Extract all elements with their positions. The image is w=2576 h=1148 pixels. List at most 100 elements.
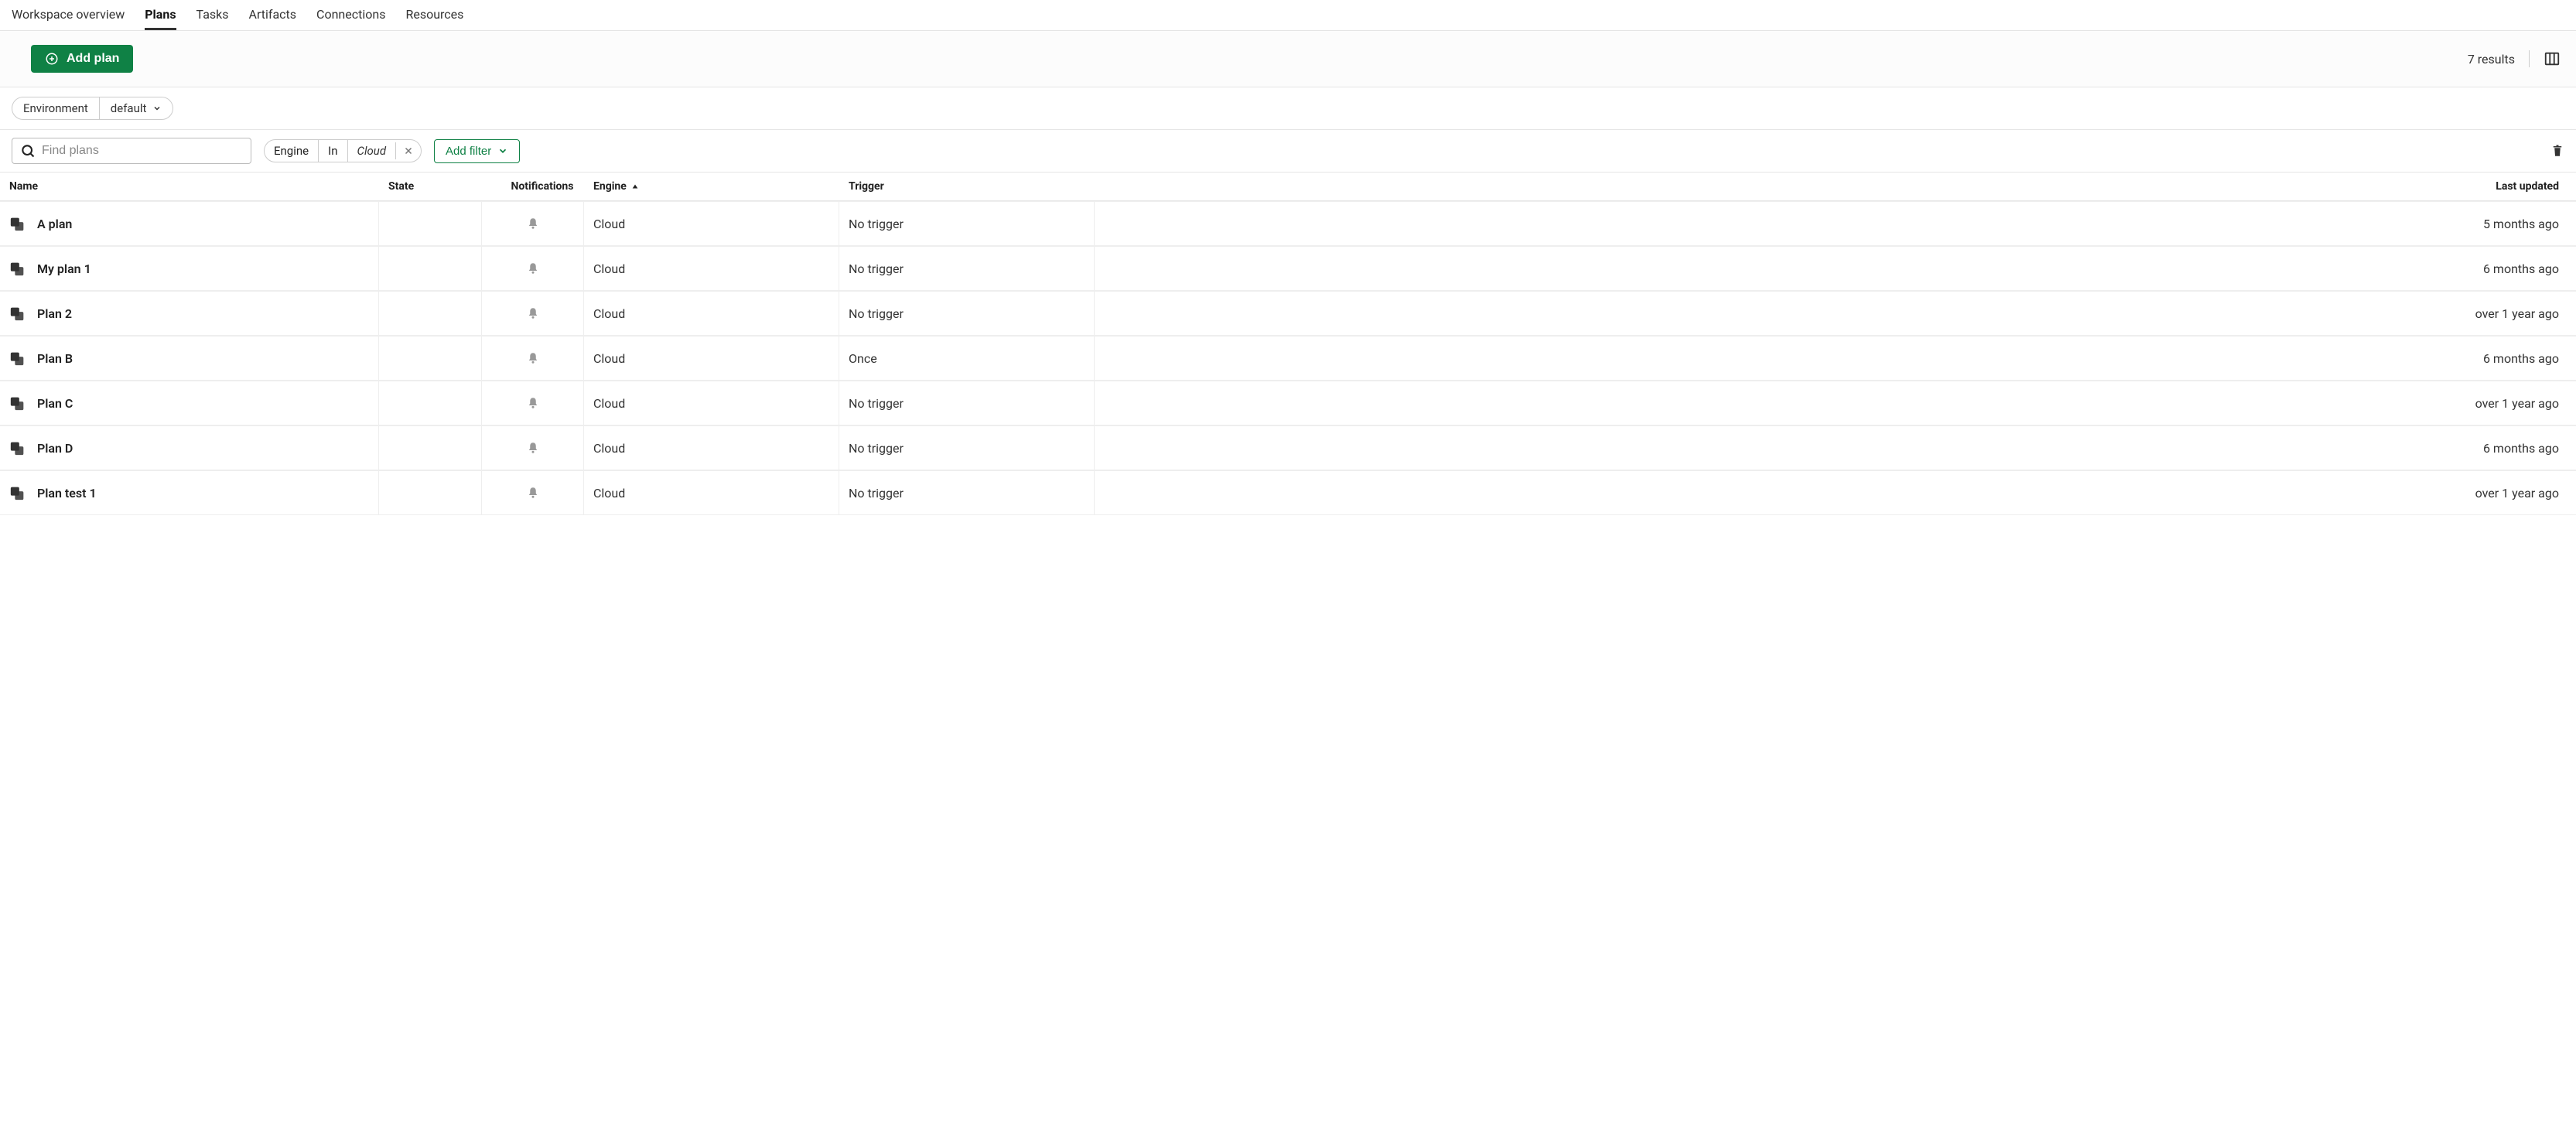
filter-chip-engine[interactable]: Engine In Cloud	[264, 139, 422, 162]
add-filter-button[interactable]: Add filter	[434, 139, 520, 163]
cell-last-updated: 6 months ago	[1095, 247, 2576, 290]
col-name[interactable]: Name	[9, 180, 388, 193]
plan-icon	[9, 260, 26, 277]
search-icon	[20, 143, 36, 159]
table-row[interactable]: My plan 1CloudNo trigger6 months ago	[0, 246, 2576, 291]
trash-icon	[2550, 144, 2564, 158]
cell-notifications[interactable]	[482, 292, 584, 335]
sort-asc-icon	[631, 183, 639, 190]
cell-state	[379, 426, 482, 470]
col-trigger[interactable]: Trigger	[849, 180, 1104, 193]
plan-name: Plan 2	[37, 306, 72, 321]
cell-state	[379, 471, 482, 514]
cell-notifications[interactable]	[482, 426, 584, 470]
cell-name[interactable]: Plan D	[0, 426, 379, 470]
filter-bar: Engine In Cloud Add filter	[0, 130, 2576, 173]
bell-icon	[526, 486, 540, 500]
cell-trigger: No trigger	[839, 202, 1095, 245]
plus-circle-icon	[45, 52, 59, 66]
table-body: A planCloudNo trigger5 months agoMy plan…	[0, 201, 2576, 515]
cell-trigger: No trigger	[839, 381, 1095, 425]
col-state[interactable]: State	[388, 180, 491, 193]
bell-icon	[526, 261, 540, 275]
add-filter-label: Add filter	[446, 145, 491, 158]
tab-connections[interactable]: Connections	[316, 1, 385, 29]
cell-state	[379, 247, 482, 290]
table-row[interactable]: Plan B CloudOnce6 months ago	[0, 336, 2576, 381]
environment-selector[interactable]: Environment default	[12, 97, 173, 120]
col-engine-label: Engine	[593, 180, 627, 193]
cell-name[interactable]: Plan test 1	[0, 471, 379, 514]
filter-chip-value: Cloud	[347, 140, 396, 162]
filter-chip-remove[interactable]	[395, 142, 421, 159]
cell-last-updated: 6 months ago	[1095, 337, 2576, 380]
cell-trigger: Once	[839, 337, 1095, 380]
cell-last-updated: 5 months ago	[1095, 202, 2576, 245]
cell-notifications[interactable]	[482, 471, 584, 514]
table-row[interactable]: A plan CloudNo trigger5 months ago	[0, 201, 2576, 246]
plan-icon	[9, 215, 26, 232]
cell-engine: Cloud	[584, 292, 839, 335]
chevron-down-icon	[497, 145, 508, 156]
cell-notifications[interactable]	[482, 247, 584, 290]
cell-name[interactable]: A plan	[0, 202, 379, 245]
cell-name[interactable]: Plan C	[0, 381, 379, 425]
plan-icon	[9, 395, 26, 412]
environment-label: Environment	[12, 97, 100, 119]
tab-artifacts[interactable]: Artifacts	[249, 1, 297, 29]
tab-plans[interactable]: Plans	[145, 1, 176, 30]
cell-last-updated: over 1 year ago	[1095, 292, 2576, 335]
plan-icon	[9, 439, 26, 456]
col-last-updated[interactable]: Last updated	[1104, 180, 2567, 193]
tab-resources[interactable]: Resources	[405, 1, 463, 29]
search-input-wrap[interactable]	[12, 138, 251, 164]
top-tabs: Workspace overview Plans Tasks Artifacts Con…	[0, 0, 2576, 31]
cell-trigger: No trigger	[839, 247, 1095, 290]
search-input[interactable]	[42, 144, 243, 158]
bell-icon	[526, 441, 540, 455]
tab-tasks[interactable]: Tasks	[196, 1, 229, 29]
columns-icon	[2544, 50, 2561, 67]
plan-icon	[9, 350, 26, 367]
cell-last-updated: 6 months ago	[1095, 426, 2576, 470]
cell-trigger: No trigger	[839, 426, 1095, 470]
results-count: 7 results	[2468, 52, 2515, 67]
cell-state	[379, 292, 482, 335]
cell-engine: Cloud	[584, 337, 839, 380]
table-row[interactable]: Plan C CloudNo triggerover 1 year ago	[0, 381, 2576, 425]
cell-notifications[interactable]	[482, 202, 584, 245]
cell-notifications[interactable]	[482, 381, 584, 425]
cell-engine: Cloud	[584, 426, 839, 470]
bell-icon	[526, 217, 540, 231]
clear-filters-button[interactable]	[2550, 144, 2564, 158]
divider	[2529, 50, 2530, 67]
environment-value: default	[111, 101, 147, 115]
table-header: Name State Notifications Engine Trigger …	[0, 173, 2576, 201]
plan-icon	[9, 484, 26, 501]
cell-name[interactable]: Plan B	[0, 337, 379, 380]
cell-name[interactable]: Plan 2	[0, 292, 379, 335]
close-icon	[404, 146, 413, 155]
environment-bar: Environment default	[0, 87, 2576, 130]
cell-state	[379, 337, 482, 380]
cell-last-updated: over 1 year ago	[1095, 471, 2576, 514]
bell-icon	[526, 351, 540, 365]
col-engine[interactable]: Engine	[593, 180, 849, 193]
table-row[interactable]: Plan 2CloudNo triggerover 1 year ago	[0, 291, 2576, 336]
add-plan-label: Add plan	[67, 52, 119, 66]
table-row[interactable]: Plan test 1CloudNo triggerover 1 year ag…	[0, 470, 2576, 515]
cell-name[interactable]: My plan 1	[0, 247, 379, 290]
bell-icon	[526, 396, 540, 410]
col-notifications[interactable]: Notifications	[491, 180, 593, 193]
cell-state	[379, 202, 482, 245]
bell-icon	[526, 306, 540, 320]
tab-workspace-overview[interactable]: Workspace overview	[12, 1, 125, 29]
cell-engine: Cloud	[584, 381, 839, 425]
add-plan-button[interactable]: Add plan	[31, 45, 133, 73]
table-row[interactable]: Plan D CloudNo trigger6 months ago	[0, 425, 2576, 470]
cell-last-updated: over 1 year ago	[1095, 381, 2576, 425]
columns-button[interactable]	[2544, 50, 2561, 67]
cell-notifications[interactable]	[482, 337, 584, 380]
plan-icon	[9, 305, 26, 322]
cell-engine: Cloud	[584, 202, 839, 245]
